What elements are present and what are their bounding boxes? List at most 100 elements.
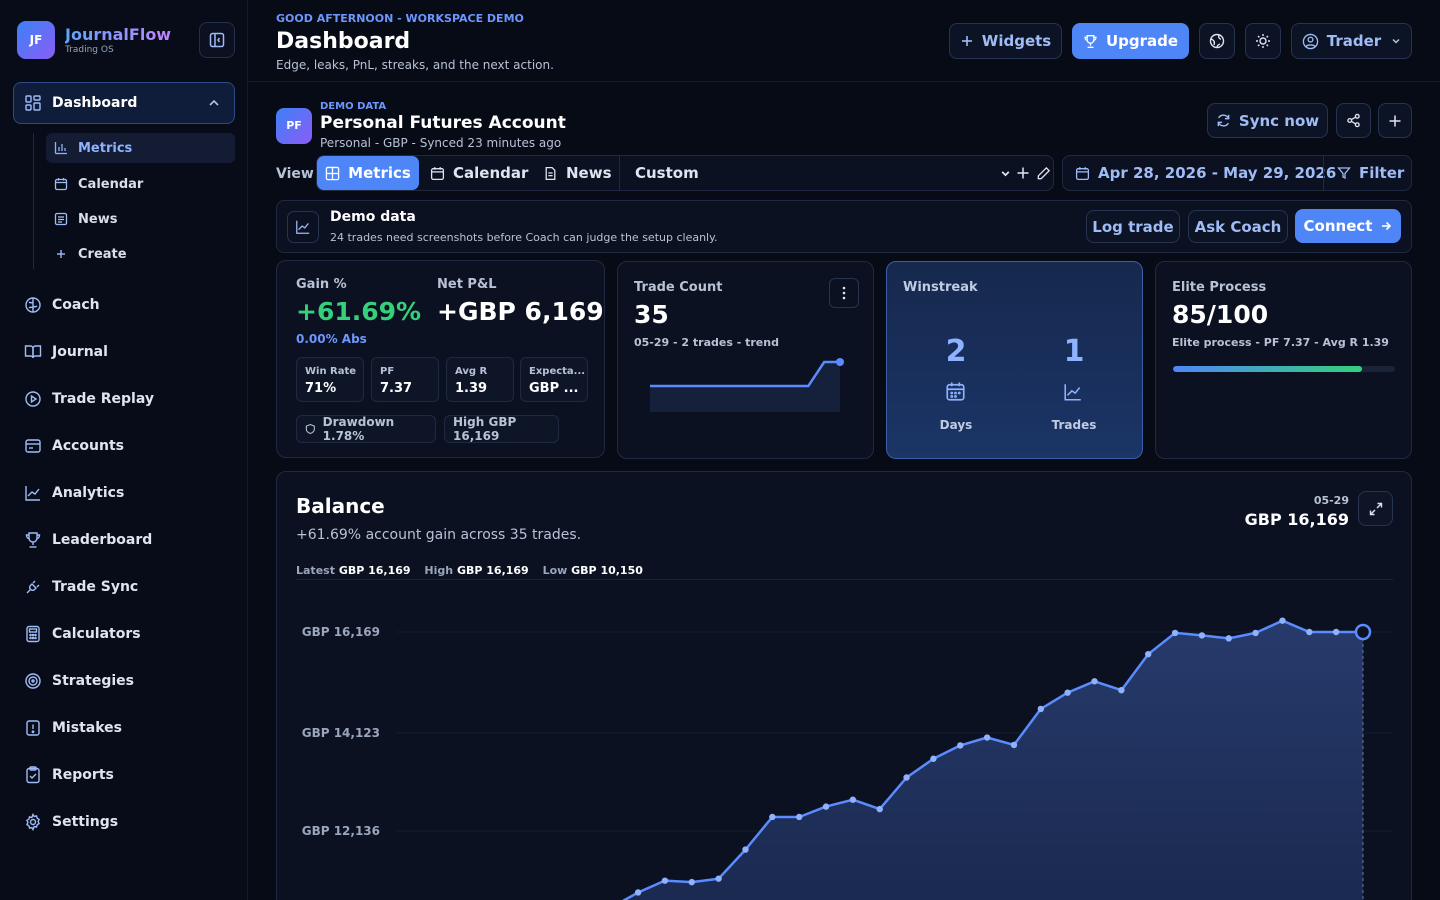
latest-value: GBP 16,169 <box>338 564 411 577</box>
stat-pf: PF 7.37 <box>371 357 439 402</box>
clipboard-check-icon <box>26 766 40 784</box>
sidebar-item-strategies[interactable]: Strategies <box>24 666 236 696</box>
tab-news[interactable]: News <box>543 156 612 190</box>
sidebar-item-coach[interactable]: Coach <box>24 290 236 320</box>
sidebar-item-accounts[interactable]: Accounts <box>24 431 236 461</box>
chevron-down-icon[interactable] <box>1000 168 1011 179</box>
page-title: Dashboard <box>276 29 411 54</box>
high-label: High <box>424 564 454 577</box>
high-pill: High GBP 16,169 <box>444 415 559 443</box>
sidebar-item-calculators[interactable]: Calculators <box>24 619 236 649</box>
sparkline-line <box>650 360 840 388</box>
high-text: High GBP 16,169 <box>453 415 517 443</box>
active-point[interactable] <box>1354 623 1372 641</box>
grid-icon <box>25 95 41 111</box>
plug-icon <box>26 580 40 594</box>
banner-icon-box <box>287 211 319 243</box>
widgets-label: Widgets <box>981 32 1052 50</box>
data-point <box>1171 629 1179 637</box>
calendar-icon <box>54 178 68 191</box>
sidebar-item-label: Trade Sync <box>52 579 139 595</box>
sidebar-item-reports[interactable]: Reports <box>24 760 236 790</box>
tab-calendar[interactable]: Calendar <box>430 156 528 190</box>
sidebar-item-leaderboard[interactable]: Leaderboard <box>24 525 236 555</box>
sub-item-label: Create <box>78 246 127 262</box>
stat-win-rate: Win Rate 71% <box>296 357 364 402</box>
ask-coach-button[interactable]: Ask Coach <box>1188 210 1288 243</box>
line-chart-icon <box>296 220 310 234</box>
tab-metrics[interactable]: Metrics <box>317 156 419 190</box>
log-trade-button[interactable]: Log trade <box>1086 210 1180 243</box>
shield-icon <box>305 423 315 435</box>
view-select-value: Custom <box>635 164 699 182</box>
collapse-sidebar-button[interactable] <box>199 22 235 58</box>
elite-value: 85/100 <box>1172 300 1269 329</box>
trophy-icon <box>25 532 41 548</box>
sidebar-item-analytics[interactable]: Analytics <box>24 478 236 508</box>
sidebar-item-trade-replay[interactable]: Trade Replay <box>24 384 236 414</box>
y-tick-label: GBP 16,169 <box>302 625 380 639</box>
data-point <box>742 846 749 853</box>
upgrade-button[interactable]: Upgrade <box>1072 23 1189 59</box>
sidebar-item-label: Journal <box>52 344 108 360</box>
bar-chart-icon <box>54 142 67 155</box>
target-icon <box>25 673 41 689</box>
more-options-button[interactable] <box>829 278 859 308</box>
filter-button[interactable]: Filter <box>1337 156 1404 190</box>
chevron-up-icon <box>209 99 219 106</box>
arrow-right-icon <box>1382 221 1392 231</box>
sidebar: JF JournalFlow Trading OS Dashboard Metr… <box>0 0 248 900</box>
tab-label: Metrics <box>348 164 411 182</box>
sync-now-button[interactable]: Sync now <box>1207 103 1328 138</box>
connect-button[interactable]: Connect <box>1295 209 1401 243</box>
add-account-button[interactable] <box>1378 103 1412 138</box>
sidebar-item-mistakes[interactable]: Mistakes <box>24 713 236 743</box>
trade-count-sub: 05-29 - 2 trades - trend <box>634 336 779 349</box>
share-button[interactable] <box>1336 103 1371 138</box>
line-chart-icon <box>25 486 40 501</box>
banner-text: 24 trades need screenshots before Coach … <box>330 231 718 244</box>
data-point <box>1252 629 1259 637</box>
theme-palette-button[interactable] <box>1199 23 1235 59</box>
balance-last-date: 05-29 <box>1313 494 1349 507</box>
sync-now-label: Sync now <box>1238 111 1320 130</box>
sidebar-item-trade-sync[interactable]: Trade Sync <box>24 572 236 602</box>
pencil-icon[interactable] <box>1036 166 1051 181</box>
view-select[interactable]: Custom <box>635 156 699 190</box>
book-open-icon <box>24 345 42 359</box>
sidebar-item-settings[interactable]: Settings <box>24 807 236 837</box>
stat-value: 71% <box>305 381 337 396</box>
y-tick-label: GBP 12,136 <box>302 824 380 838</box>
data-point <box>688 878 695 886</box>
sidebar-sub-news[interactable]: News <box>46 204 235 234</box>
expand-chart-button[interactable] <box>1358 491 1393 526</box>
date-range-picker[interactable]: Apr 28, 2026 - May 29, 2026 <box>1075 156 1336 190</box>
trade-count-value: 35 <box>634 300 669 329</box>
gain-value: +61.69% <box>296 297 422 326</box>
data-point <box>1332 628 1340 636</box>
sidebar-item-label: Mistakes <box>52 720 122 736</box>
plus-icon <box>961 36 972 46</box>
sidebar-item-dashboard[interactable]: Dashboard <box>13 82 235 124</box>
brand[interactable]: JF JournalFlow Trading OS <box>17 21 171 59</box>
connect-label: Connect <box>1303 217 1373 235</box>
user-menu-button[interactable]: Trader <box>1291 23 1412 59</box>
drawdown-pill: Drawdown 1.78% <box>296 415 436 443</box>
data-point <box>795 813 803 821</box>
stat-label: PF <box>380 366 395 377</box>
elite-label: Elite Process <box>1172 280 1267 295</box>
data-point <box>715 875 722 882</box>
light-mode-button[interactable] <box>1245 23 1281 59</box>
widgets-button[interactable]: Widgets <box>949 23 1062 59</box>
sidebar-sub-calendar[interactable]: Calendar <box>46 169 235 199</box>
sidebar-item-journal[interactable]: Journal <box>24 337 236 367</box>
sidebar-sub-metrics[interactable]: Metrics <box>46 133 235 163</box>
data-point <box>1037 705 1045 713</box>
data-point <box>903 774 910 781</box>
plus-icon[interactable] <box>1016 166 1030 180</box>
sidebar-sub-create[interactable]: Create <box>46 239 235 269</box>
sidebar-item-label: Reports <box>52 767 114 783</box>
trade-count-card: Trade Count 35 05-29 - 2 trades - trend <box>617 261 874 459</box>
data-point <box>661 877 669 884</box>
balance-panel: Balance +61.69% account gain across 35 t… <box>276 471 1412 900</box>
